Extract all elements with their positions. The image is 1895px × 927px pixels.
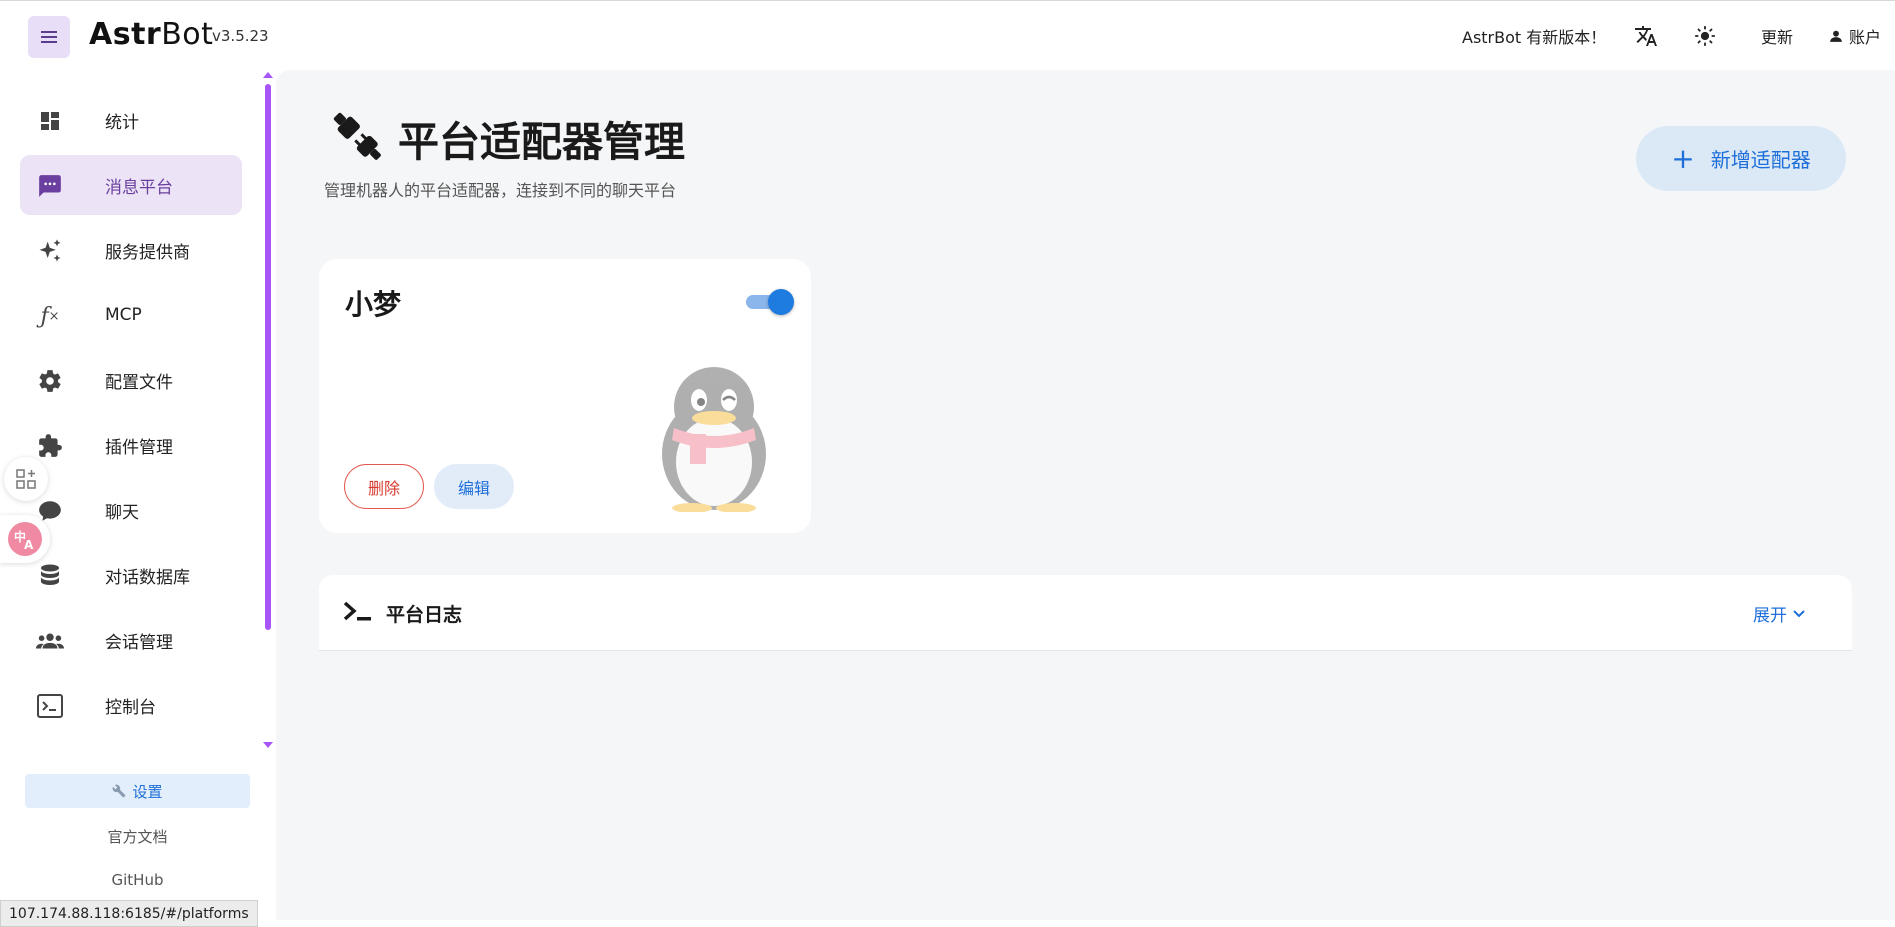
message-icon xyxy=(36,172,64,200)
terminal-icon xyxy=(343,601,371,621)
wrench-icon xyxy=(113,784,126,798)
sidebar-item-label: 消息平台 xyxy=(105,177,173,198)
language-button[interactable] xyxy=(1634,1,1658,71)
gear-icon xyxy=(36,367,64,395)
log-panel-title: 平台日志 xyxy=(386,604,463,626)
plug-icon xyxy=(333,112,381,160)
add-adapter-label: 新增适配器 xyxy=(1710,148,1811,172)
app-version: v3.5.23 xyxy=(212,27,269,45)
page-title: 平台适配器管理 xyxy=(398,118,685,166)
status-url-bar: 107.174.88.118:6185/#/platforms xyxy=(0,900,258,927)
new-version-notice[interactable]: AstrBot 有新版本！ xyxy=(1462,1,1606,71)
sidebar-item-platforms[interactable]: 消息平台 xyxy=(20,155,242,215)
theme-toggle-button[interactable] xyxy=(1694,1,1716,71)
hamburger-icon xyxy=(41,31,57,43)
main-content: 平台适配器管理 管理机器人的平台适配器，连接到不同的聊天平台 + 新增适配器 小… xyxy=(276,70,1895,920)
database-icon xyxy=(36,562,64,590)
sidebar-item-plugins[interactable]: 插件管理 xyxy=(20,415,242,475)
top-bar: AstrBot v3.5.23 AstrBot 有新版本！ 更新 账户 xyxy=(0,0,1895,70)
page-subtitle: 管理机器人的平台适配器，连接到不同的聊天平台 xyxy=(324,181,677,200)
sidebar-item-sessions[interactable]: 会话管理 xyxy=(20,610,242,670)
dashboard-icon xyxy=(36,107,64,135)
account-button[interactable]: 账户 xyxy=(1829,1,1881,71)
sidebar-item-chat[interactable]: 聊天 xyxy=(20,480,242,540)
edit-adapter-button[interactable]: 编辑 xyxy=(434,464,514,509)
plus-icon: + xyxy=(1671,141,1695,175)
sidebar-item-label: 控制台 xyxy=(105,697,156,718)
qq-penguin-icon xyxy=(662,367,766,512)
sidebar-item-config[interactable]: 配置文件 xyxy=(20,350,242,410)
settings-label: 设置 xyxy=(132,782,163,801)
account-label: 账户 xyxy=(1849,28,1882,47)
sidebar-nav: 统计 消息平台 服务提供商 ƒ× MCP 配置文件 插件管理 聊天 对话数据库 xyxy=(0,70,273,750)
expand-label: 展开 xyxy=(1753,606,1787,626)
users-icon xyxy=(36,627,64,655)
floating-translate-button[interactable]: 中A xyxy=(0,515,50,563)
sidebar-item-label: 服务提供商 xyxy=(105,242,190,263)
user-icon xyxy=(1830,30,1842,42)
docs-link[interactable]: 官方文档 xyxy=(0,826,275,847)
floating-widget-button[interactable] xyxy=(4,457,48,501)
sidebar-item-label: 聊天 xyxy=(105,502,139,523)
sidebar-item-database[interactable]: 对话数据库 xyxy=(20,545,242,605)
sidebar-item-label: 插件管理 xyxy=(105,437,173,458)
sidebar-item-label: MCP xyxy=(105,305,142,325)
adapter-card: 小梦 删除 编辑 xyxy=(319,259,811,533)
sidebar-item-label: 对话数据库 xyxy=(105,567,190,588)
sidebar-item-providers[interactable]: 服务提供商 xyxy=(20,220,242,280)
sparkle-icon xyxy=(36,237,64,265)
scroll-up-arrow[interactable] xyxy=(263,72,273,78)
sidebar: 统计 消息平台 服务提供商 ƒ× MCP 配置文件 插件管理 聊天 对话数据库 xyxy=(0,70,275,927)
apps-icon xyxy=(16,469,36,489)
sun-icon xyxy=(1694,25,1716,47)
svg-text:A: A xyxy=(24,538,34,552)
sidebar-item-console[interactable]: 控制台 xyxy=(20,675,242,735)
update-button[interactable]: 更新 xyxy=(1761,1,1793,71)
app-logo: AstrBot xyxy=(89,17,214,52)
translate-icon xyxy=(1635,26,1657,46)
sidebar-item-stats[interactable]: 统计 xyxy=(20,90,242,150)
platform-log-panel: 平台日志 展开 xyxy=(319,575,1852,651)
github-link[interactable]: GitHub xyxy=(0,871,275,889)
add-adapter-button[interactable]: + 新增适配器 xyxy=(1636,126,1846,191)
sidebar-item-label: 统计 xyxy=(105,112,139,133)
sidebar-item-label: 会话管理 xyxy=(105,632,173,653)
sidebar-item-label: 配置文件 xyxy=(105,372,173,393)
adapter-enable-toggle[interactable] xyxy=(746,289,794,315)
function-icon: ƒ × xyxy=(40,303,60,329)
menu-toggle-button[interactable] xyxy=(28,16,70,58)
console-icon xyxy=(36,692,64,720)
chevron-down-icon xyxy=(1793,609,1805,617)
expand-log-button[interactable]: 展开 xyxy=(1753,601,1805,626)
translate-badge-icon: 中A xyxy=(8,522,42,556)
puzzle-icon xyxy=(36,432,64,460)
sidebar-item-mcp[interactable]: ƒ × MCP xyxy=(20,285,242,345)
sidebar-scrollbar-thumb[interactable] xyxy=(265,84,271,630)
toggle-thumb xyxy=(768,289,794,315)
scroll-down-arrow[interactable] xyxy=(263,742,273,748)
settings-button[interactable]: 设置 xyxy=(25,774,250,808)
delete-adapter-button[interactable]: 删除 xyxy=(344,464,424,509)
adapter-name: 小梦 xyxy=(345,288,402,321)
